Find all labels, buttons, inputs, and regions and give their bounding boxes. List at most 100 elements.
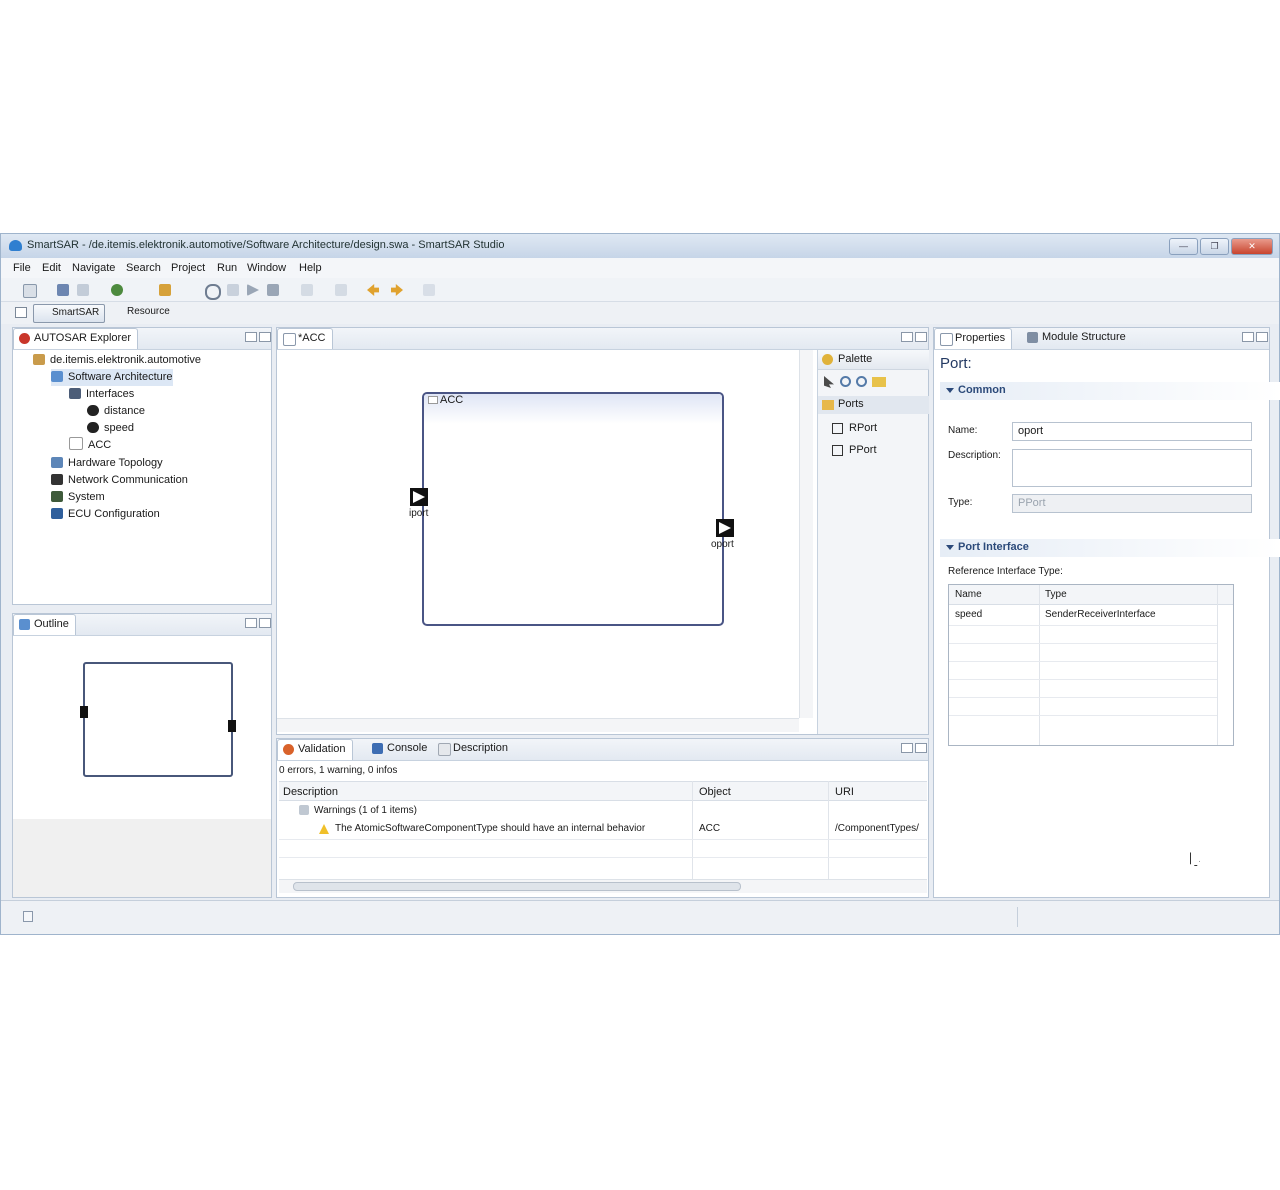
new-icon[interactable]	[23, 284, 37, 298]
tree-item-distance[interactable]: distance	[87, 403, 145, 420]
tab-outline[interactable]: Outline	[13, 614, 76, 635]
reference-interface-table: Name Type speed SenderReceiverInterface	[948, 584, 1234, 746]
outline-panel: Outline	[12, 613, 272, 898]
validation-summary: 0 errors, 1 warning, 0 infos	[279, 765, 398, 776]
table-row[interactable]: speed SenderReceiverInterface	[949, 606, 1217, 624]
tree-item-software-architecture[interactable]: Software Architecture	[51, 369, 173, 386]
wand-icon[interactable]	[159, 284, 171, 296]
menu-search[interactable]: Search	[126, 262, 161, 274]
warnings-group-row[interactable]: Warnings (1 of 1 items)	[299, 803, 417, 820]
palette-item-pport[interactable]: PPort	[832, 442, 922, 460]
menu-file[interactable]: File	[13, 262, 31, 274]
warning-row[interactable]: The AtomicSoftwareComponentType should h…	[279, 821, 927, 839]
menu-help[interactable]: Help	[299, 262, 322, 274]
tab-module-structure[interactable]: Module Structure	[1022, 328, 1132, 348]
tab-acc-editor[interactable]: *ACC	[277, 328, 333, 349]
outline-thumbnail[interactable]	[80, 662, 236, 777]
zoom-out-icon[interactable]	[856, 376, 867, 387]
maximize-view-icon[interactable]	[915, 743, 927, 753]
tree-item-system[interactable]: System	[51, 489, 105, 506]
oport-label: oport	[711, 539, 734, 550]
minimize-view-icon[interactable]	[901, 743, 913, 753]
fast-view-icon[interactable]	[23, 911, 33, 922]
tab-validation[interactable]: Validation	[277, 739, 353, 760]
autosar-explorer-panel: AUTOSAR Explorer de.itemis.elektronik.au…	[12, 327, 272, 605]
column-name[interactable]: Name	[955, 589, 982, 600]
column-uri[interactable]: URI	[835, 786, 854, 798]
rport-iport[interactable]	[410, 488, 428, 506]
section-port-interface[interactable]: Port Interface	[940, 539, 1280, 557]
validation-panel: Validation Console Description 0 errors,…	[276, 738, 929, 898]
menu-run[interactable]: Run	[217, 262, 237, 274]
menu-window[interactable]: Window	[247, 262, 286, 274]
forward-icon[interactable]	[391, 284, 403, 296]
minimize-view-icon[interactable]	[1242, 332, 1254, 342]
properties-icon	[940, 333, 953, 346]
software-architecture-icon	[51, 371, 63, 382]
tree-item-speed[interactable]: speed	[87, 420, 134, 437]
column-description[interactable]: Description	[283, 786, 338, 798]
next-annotation-icon[interactable]	[335, 284, 347, 296]
open-perspective-icon[interactable]	[15, 307, 27, 318]
diagram-canvas[interactable]: ACC iport oport	[277, 350, 815, 734]
menu-navigate[interactable]: Navigate	[72, 262, 115, 274]
maximize-view-icon[interactable]	[259, 618, 271, 628]
tree-item-interfaces[interactable]: Interfaces	[69, 386, 134, 403]
zoom-in-icon[interactable]	[840, 376, 851, 387]
validation-horizontal-scrollbar[interactable]	[279, 879, 927, 893]
menu-project[interactable]: Project	[171, 262, 205, 274]
palette-item-rport[interactable]: RPort	[832, 420, 922, 438]
description-field[interactable]	[1012, 449, 1252, 487]
tree-item-ecu-configuration[interactable]: ECU Configuration	[51, 506, 160, 523]
tab-description[interactable]: Description	[433, 739, 514, 759]
tree-item-acc[interactable]: ACC	[69, 437, 111, 454]
name-field[interactable]: oport	[1012, 422, 1252, 441]
column-object[interactable]: Object	[699, 786, 731, 798]
minimize-view-icon[interactable]	[245, 618, 257, 628]
pport-oport[interactable]	[716, 519, 734, 537]
run-icon[interactable]	[247, 284, 259, 296]
filter-icon	[299, 805, 309, 815]
search-icon[interactable]	[111, 284, 123, 296]
column-type[interactable]: Type	[1045, 589, 1067, 600]
section-common[interactable]: Common	[940, 382, 1280, 400]
minimize-view-icon[interactable]	[245, 332, 257, 342]
perspective-smartsar[interactable]: SmartSAR	[33, 304, 106, 323]
maximize-button[interactable]: ❐	[1200, 238, 1229, 255]
palette-title: Palette	[838, 353, 873, 365]
tree-item-project[interactable]: de.itemis.elektronik.automotive	[33, 352, 201, 369]
step-icon[interactable]	[227, 284, 239, 296]
scrollbar-thumb[interactable]	[293, 882, 741, 891]
tab-console[interactable]: Console	[367, 739, 433, 759]
minimize-view-icon[interactable]	[901, 332, 913, 342]
back-icon[interactable]	[367, 284, 379, 296]
iport-label: iport	[409, 508, 429, 519]
maximize-view-icon[interactable]	[259, 332, 271, 342]
palette-group-ports[interactable]: Ports	[818, 396, 929, 414]
perspective-resource[interactable]: Resource	[109, 304, 175, 321]
diagram-editor-panel: *ACC ACC iport oport Palette Ports RPort…	[276, 327, 929, 735]
prev-annotation-icon[interactable]	[301, 284, 313, 296]
note-icon[interactable]	[872, 377, 886, 387]
close-button[interactable]: ✕	[1231, 238, 1273, 255]
tree-item-hardware-topology[interactable]: Hardware Topology	[51, 455, 163, 472]
canvas-horizontal-scrollbar[interactable]	[277, 718, 799, 732]
tree-item-network-communication[interactable]: Network Communication	[51, 472, 188, 489]
last-edit-icon[interactable]	[423, 284, 435, 296]
maximize-view-icon[interactable]	[915, 332, 927, 342]
tab-autosar-explorer[interactable]: AUTOSAR Explorer	[13, 328, 138, 349]
save-all-icon[interactable]	[77, 284, 89, 296]
save-icon[interactable]	[57, 284, 69, 296]
refresh-icon[interactable]	[205, 284, 221, 300]
canvas-vertical-scrollbar[interactable]	[799, 350, 813, 718]
stop-icon[interactable]	[267, 284, 279, 296]
component-icon	[428, 396, 438, 404]
menu-edit[interactable]: Edit	[42, 262, 61, 274]
minimize-button[interactable]: —	[1169, 238, 1198, 255]
select-tool-icon[interactable]	[824, 376, 834, 388]
title-bar: SmartSAR - /de.itemis.elektronik.automot…	[1, 234, 1279, 258]
maximize-view-icon[interactable]	[1256, 332, 1268, 342]
component-acc[interactable]: ACC	[422, 392, 724, 626]
description-label: Description:	[948, 450, 1001, 461]
tab-properties[interactable]: Properties	[934, 328, 1013, 349]
